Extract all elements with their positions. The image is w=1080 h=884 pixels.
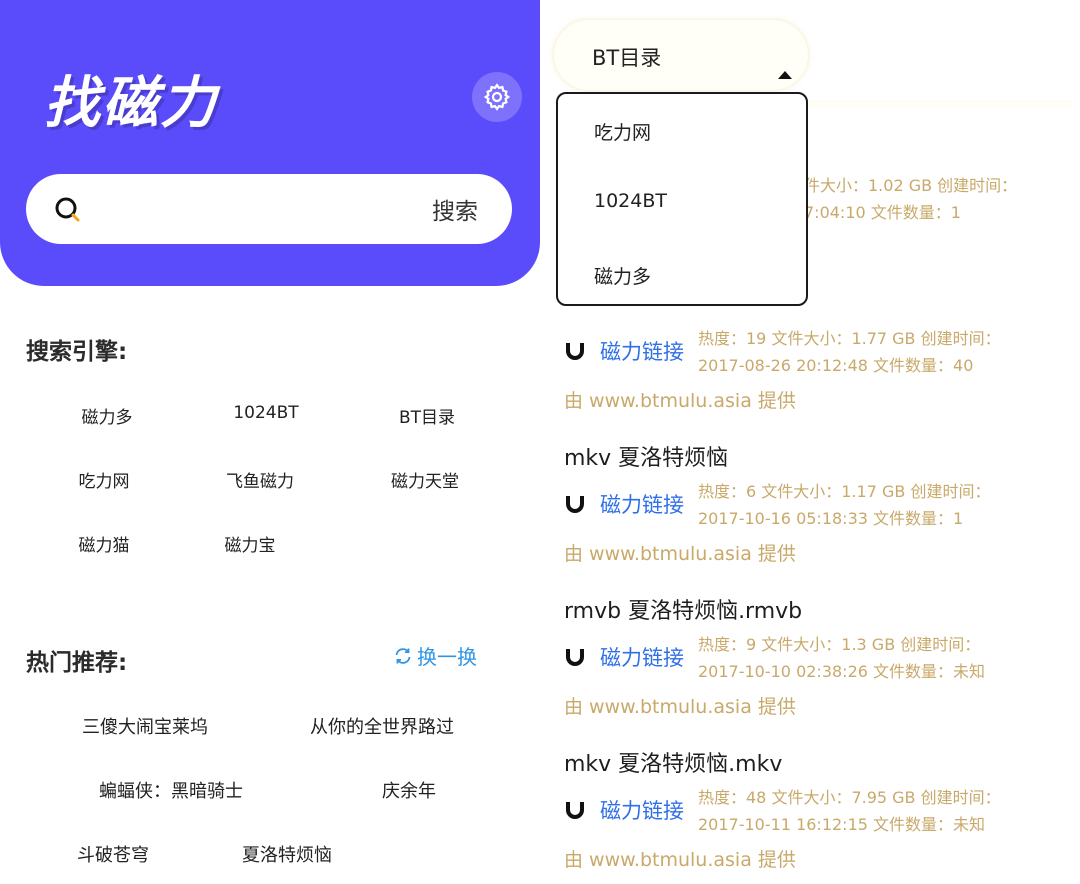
refresh-label: 换一换 <box>417 645 477 669</box>
refresh-icon <box>395 647 411 664</box>
results-screen: BT目录 件大小：1.02 GB 创建时间： 7:04:10 文件数量：1 吃力… <box>540 0 1080 884</box>
app-logo: 找磁力 <box>44 71 218 136</box>
magnet-label: 磁力链接 <box>600 799 684 823</box>
refresh-button[interactable]: 换一换 <box>393 641 477 670</box>
magnet-link[interactable]: 磁力链接 <box>564 795 684 825</box>
magnet-link[interactable]: 磁力链接 <box>564 642 684 672</box>
result-meta-partial: 7:04:10 文件数量：1 <box>804 203 961 222</box>
magnet-label: 磁力链接 <box>600 340 684 364</box>
source-dropdown: 吃力网 1024BT 磁力多 <box>556 92 808 306</box>
result-title[interactable]: mkv 夏洛特烦恼.mkv <box>564 746 782 778</box>
dropdown-option[interactable]: 吃力网 <box>594 118 651 145</box>
search-button[interactable]: 搜索 <box>432 192 478 226</box>
header-banner: 找磁力 搜索 <box>0 0 540 286</box>
result-source: 由 www.btmulu.asia 提供 <box>564 390 796 412</box>
result-source: 由 www.btmulu.asia 提供 <box>564 849 796 871</box>
result-meta: 2017-10-11 16:12:15 文件数量：未知 <box>698 815 986 834</box>
hot-item[interactable]: 三傻大闹宝莱坞 <box>82 713 208 739</box>
engines-heading: 搜索引擎: <box>26 339 128 365</box>
magnet-icon <box>566 649 584 666</box>
engine-item[interactable]: 磁力多 <box>82 403 133 428</box>
result-meta: 2017-08-26 20:12:48 文件数量：40 <box>698 356 974 375</box>
search-icon <box>55 197 80 222</box>
magnet-icon <box>566 343 584 360</box>
engine-item[interactable]: 磁力猫 <box>79 531 130 556</box>
dropdown-option[interactable]: 1024BT <box>594 190 667 212</box>
engine-item[interactable]: 磁力天堂 <box>391 467 459 492</box>
hot-item[interactable]: 蝙蝠侠：黑暗骑士 <box>99 777 243 803</box>
result-title[interactable]: rmvb 夏洛特烦恼.rmvb <box>564 593 802 625</box>
hot-heading: 热门推荐: <box>26 650 128 676</box>
search-bar[interactable]: 搜索 <box>26 174 512 244</box>
result-title[interactable]: mkv 夏洛特烦恼 <box>564 440 728 472</box>
magnet-icon <box>566 496 584 513</box>
result-meta: 热度：6 文件大小：1.17 GB 创建时间： <box>698 482 991 501</box>
hot-item[interactable]: 斗破苍穹 <box>77 841 149 867</box>
result-meta: 热度：48 文件大小：7.95 GB 创建时间： <box>698 788 1001 807</box>
source-selector[interactable]: BT目录 <box>554 20 808 90</box>
result-source: 由 www.btmulu.asia 提供 <box>564 543 796 565</box>
result-meta: 热度：9 文件大小：1.3 GB 创建时间： <box>698 635 981 654</box>
dropdown-option[interactable]: 磁力多 <box>594 262 651 289</box>
engine-item[interactable]: 1024BT <box>233 403 298 423</box>
settings-button[interactable] <box>472 72 522 122</box>
engine-item[interactable]: 磁力宝 <box>225 531 276 556</box>
result-meta: 2017-10-16 05:18:33 文件数量：1 <box>698 509 964 528</box>
engine-item[interactable]: BT目录 <box>399 403 455 428</box>
magnet-label: 磁力链接 <box>600 646 684 670</box>
engine-item[interactable]: 飞鱼磁力 <box>226 467 294 492</box>
gear-icon <box>483 83 511 111</box>
result-source: 由 www.btmulu.asia 提供 <box>564 696 796 718</box>
magnet-link[interactable]: 磁力链接 <box>564 489 684 519</box>
result-meta: 2017-10-10 02:38:26 文件数量：未知 <box>698 662 986 681</box>
engine-item[interactable]: 吃力网 <box>79 467 130 492</box>
result-meta-partial: 件大小：1.02 GB 创建时间： <box>804 176 1018 195</box>
magnet-link[interactable]: 磁力链接 <box>564 336 684 366</box>
hot-item[interactable]: 夏洛特烦恼 <box>242 841 332 867</box>
home-screen: 找磁力 搜索 搜索引擎: 磁力多 1024BT BT目录 吃力网 飞鱼磁力 磁力… <box>0 0 540 884</box>
result-meta: 热度：19 文件大小：1.77 GB 创建时间： <box>698 329 1001 348</box>
hot-item[interactable]: 从你的全世界路过 <box>310 713 454 739</box>
magnet-icon <box>566 802 584 819</box>
hot-item[interactable]: 庆余年 <box>382 777 436 803</box>
selector-value: BT目录 <box>592 46 662 70</box>
caret-up-icon <box>778 71 792 79</box>
magnet-label: 磁力链接 <box>600 493 684 517</box>
